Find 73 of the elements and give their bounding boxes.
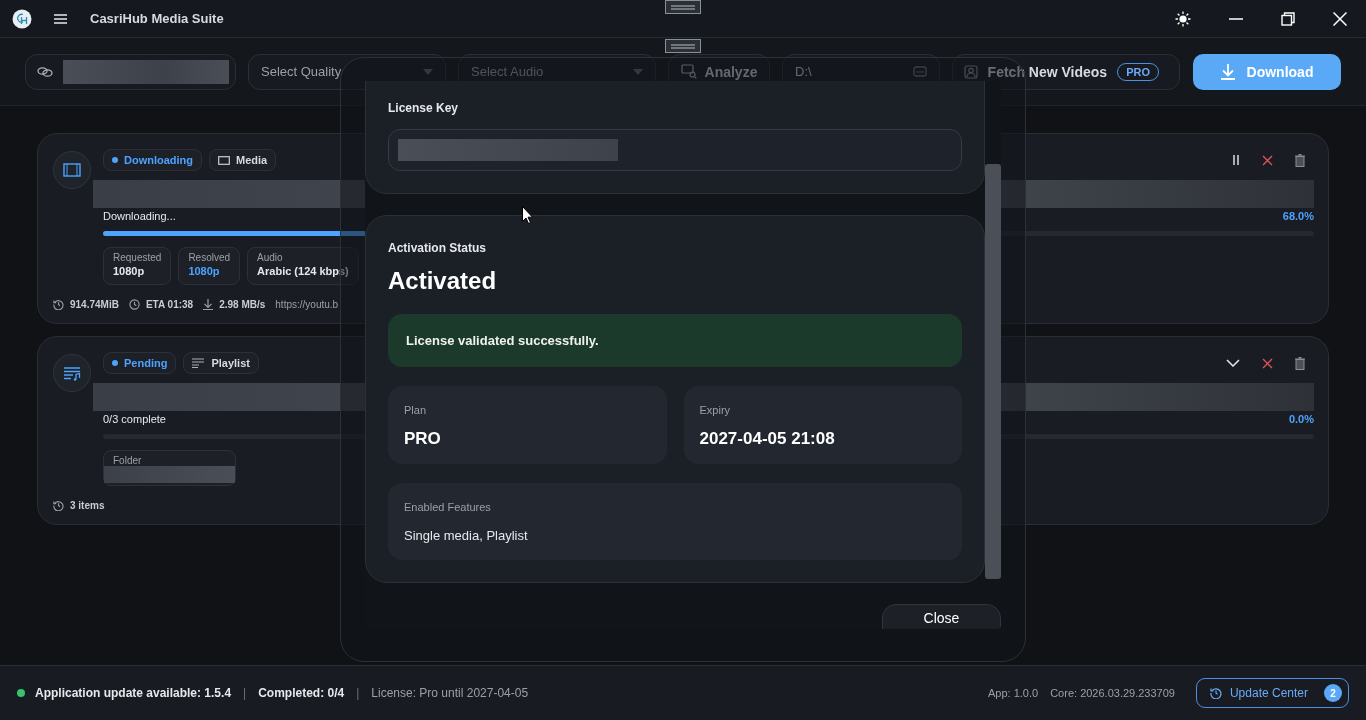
download-icon	[1220, 63, 1235, 80]
playlist-icon	[63, 365, 81, 381]
section-label: Activation Status	[388, 240, 487, 256]
update-notice: Application update available: 1.5.4	[35, 686, 232, 700]
app-logo-icon	[12, 8, 32, 29]
expiry-tile: Expiry 2027-04-05 21:08	[683, 386, 962, 464]
drive-icon	[913, 66, 927, 77]
status-dot	[112, 157, 118, 163]
stat-text: 914.74MiB	[70, 298, 119, 310]
profile-icon	[963, 64, 978, 79]
theme-toggle-icon[interactable]	[1175, 10, 1191, 27]
folder-chip: Folder	[103, 450, 236, 486]
separator-text: |	[356, 686, 360, 700]
progress-percent: 68.0%	[1282, 209, 1314, 223]
field-label: License Key	[388, 100, 460, 116]
grip-icon[interactable]	[665, 0, 701, 14]
type-badge: Media	[209, 149, 277, 171]
stat-text: 2.98 MB/s	[219, 298, 266, 310]
info-chip: Requested 1080p	[103, 247, 172, 285]
features-tile: Enabled Features Single media, Playlist	[388, 483, 962, 560]
cancel-icon[interactable]	[1262, 154, 1273, 166]
activation-status: Activated	[388, 267, 498, 295]
history-icon	[53, 499, 64, 511]
license-key-field[interactable]	[388, 129, 962, 171]
film-icon	[63, 163, 81, 177]
separator-text: |	[243, 686, 247, 700]
trash-icon[interactable]	[1295, 153, 1305, 167]
success-message: License validated successfully.	[388, 314, 962, 367]
info-chip: Resolved 1080p	[178, 247, 241, 285]
type-badge: Playlist	[183, 352, 259, 374]
grip-icon[interactable]	[665, 39, 701, 53]
plan-tile: Plan PRO	[388, 386, 667, 464]
status-dot	[112, 360, 118, 366]
app-version: App: 1.0.0	[988, 687, 1039, 699]
history-icon	[1209, 687, 1222, 699]
close-button[interactable]: Close	[882, 604, 1001, 629]
screen-icon	[218, 155, 231, 165]
restore-icon[interactable]	[1281, 11, 1295, 26]
count-badge: 2	[1324, 684, 1342, 702]
pause-icon[interactable]	[1232, 155, 1240, 165]
url-field[interactable]	[25, 53, 236, 90]
status-badge: Downloading	[103, 149, 203, 171]
update-center-button[interactable]: Update Center 2	[1195, 678, 1349, 708]
history-icon	[53, 298, 64, 310]
analyze-icon	[680, 64, 697, 79]
progress-text: 0/3 complete	[103, 412, 166, 426]
stat-text: ETA 01:38	[145, 298, 194, 310]
trash-icon[interactable]	[1295, 356, 1305, 370]
chevron-down-icon[interactable]	[1226, 359, 1240, 367]
cancel-icon[interactable]	[1262, 357, 1273, 369]
list-icon	[192, 358, 206, 368]
window-title: CasriHub Media Suite	[90, 11, 224, 26]
fetch-videos-button[interactable]: Fetch New Videos PRO	[952, 53, 1180, 90]
caret-icon	[423, 68, 433, 75]
core-version: Core: 2026.03.29.233709	[1050, 687, 1175, 699]
clock-icon	[128, 298, 140, 310]
status-badge: Pending	[103, 352, 177, 374]
caret-icon	[633, 68, 643, 75]
source-link[interactable]: https://youtu.b	[275, 298, 339, 310]
info-chip: Audio Arabic (124 kbps)	[247, 247, 359, 285]
completed-count: Completed: 0/4	[258, 686, 345, 700]
cursor-icon	[522, 206, 533, 224]
quality-select[interactable]: Select Quality	[248, 53, 446, 90]
link-icon	[37, 65, 53, 78]
progress-percent: 0.0%	[1288, 412, 1314, 426]
license-info: License: Pro until 2027-04-05	[371, 686, 529, 700]
stat-text: 3 items	[70, 499, 105, 511]
download-icon	[203, 298, 214, 310]
status-dot	[17, 689, 25, 697]
close-icon[interactable]	[1333, 11, 1347, 26]
progress-text: Downloading...	[103, 209, 176, 223]
menu-icon[interactable]	[54, 13, 67, 24]
scrollbar-thumb[interactable]	[985, 164, 1001, 579]
